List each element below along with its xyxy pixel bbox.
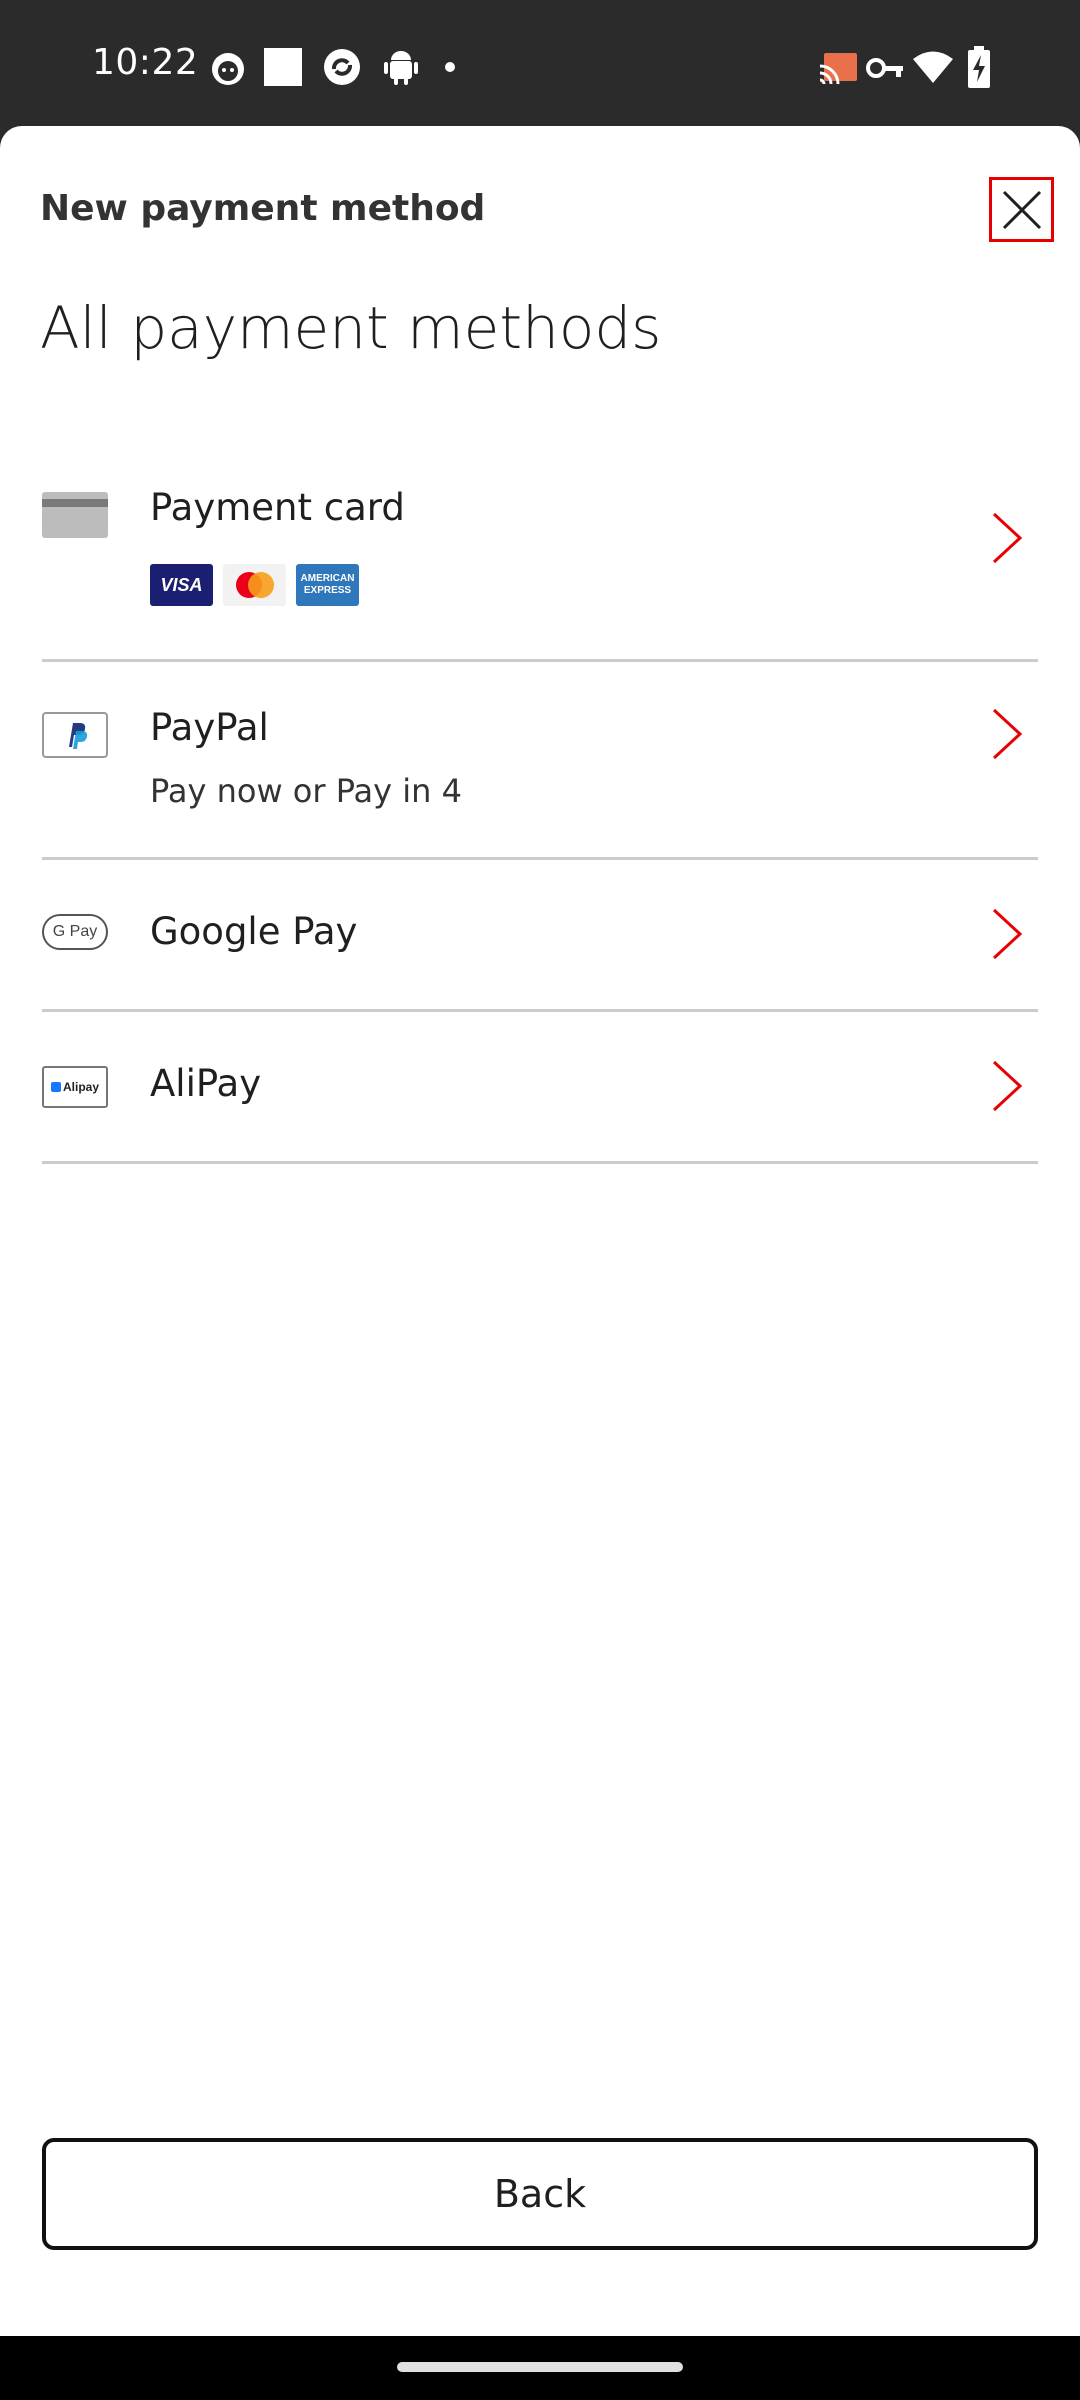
chevron-right-icon bbox=[992, 708, 1023, 760]
alipay-logo-text: Alipay bbox=[62, 1080, 99, 1094]
visa-logo-icon: VISA bbox=[150, 564, 213, 606]
google-pay-option[interactable]: G Pay Google Pay bbox=[42, 860, 1038, 1012]
payment-card-option[interactable]: Payment card VISA AMERICAN EXPRESS bbox=[42, 426, 1038, 662]
sync-circle-icon bbox=[324, 49, 360, 85]
paypal-subtitle: Pay now or Pay in 4 bbox=[150, 772, 462, 810]
section-heading: All payment methods bbox=[40, 294, 662, 362]
chevron-right-icon bbox=[992, 1060, 1023, 1112]
home-handle[interactable] bbox=[397, 2362, 683, 2372]
dot-icon bbox=[445, 62, 455, 72]
white-square-icon bbox=[264, 48, 302, 86]
card-brand-logos: VISA AMERICAN EXPRESS bbox=[150, 564, 359, 606]
google-pay-label: Google Pay bbox=[150, 910, 358, 953]
paypal-label: PayPal bbox=[150, 706, 269, 749]
alipay-option[interactable]: Alipay AliPay bbox=[42, 1012, 1038, 1164]
cat-face-icon bbox=[212, 53, 244, 85]
status-bar: 10:22 bbox=[0, 0, 1080, 126]
chevron-right-icon bbox=[992, 512, 1023, 564]
vpn-key-icon bbox=[866, 58, 903, 78]
close-icon bbox=[1002, 190, 1041, 229]
cast-icon bbox=[819, 53, 857, 85]
back-button[interactable]: Back bbox=[42, 2138, 1038, 2250]
alipay-icon: Alipay bbox=[42, 1066, 108, 1108]
android-icon bbox=[384, 51, 418, 85]
google-pay-logo-text: G Pay bbox=[52, 923, 98, 940]
wifi-icon bbox=[913, 51, 953, 83]
chevron-right-icon bbox=[992, 908, 1023, 960]
payment-card-label: Payment card bbox=[150, 486, 405, 529]
mastercard-logo-icon bbox=[223, 564, 286, 606]
credit-card-icon bbox=[42, 492, 108, 538]
battery-charging-icon bbox=[968, 46, 990, 88]
sheet-title: New payment method bbox=[40, 188, 486, 229]
payment-sheet: New payment method All payment methods P… bbox=[0, 126, 1080, 2336]
google-pay-icon: G Pay bbox=[42, 914, 108, 950]
paypal-option[interactable]: PayPal Pay now or Pay in 4 bbox=[42, 662, 1038, 860]
navigation-bar bbox=[0, 2336, 1080, 2400]
close-button[interactable] bbox=[989, 177, 1054, 242]
paypal-icon bbox=[42, 712, 108, 758]
amex-logo-icon: AMERICAN EXPRESS bbox=[296, 564, 359, 606]
status-time: 10:22 bbox=[92, 42, 199, 83]
alipay-label: AliPay bbox=[150, 1062, 262, 1105]
